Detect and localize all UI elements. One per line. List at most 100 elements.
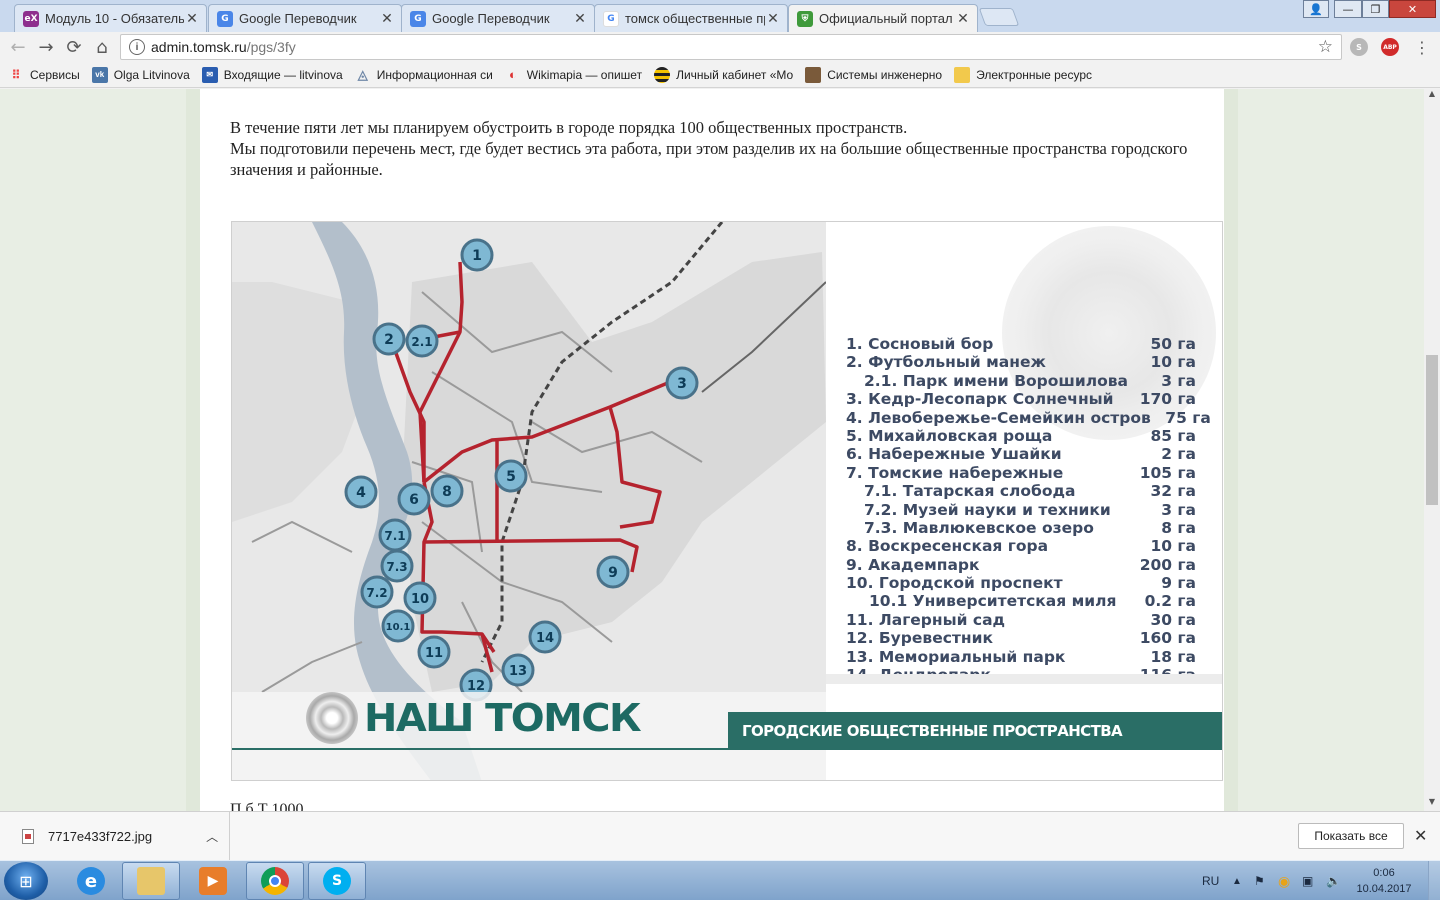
tab-title: Официальный портал м xyxy=(819,11,955,26)
close-tab-icon[interactable]: ✕ xyxy=(184,11,200,27)
show-hidden-icons-icon[interactable]: ▲ xyxy=(1232,861,1242,900)
show-all-downloads-button[interactable]: Показать все xyxy=(1298,823,1404,849)
legend-strip xyxy=(826,674,1222,684)
public-spaces-legend: 1. Сосновый бор 50 га 2. Футбольный манеж 1… xyxy=(846,335,1211,684)
back-button[interactable]: ← xyxy=(4,33,32,61)
user-profile-button[interactable]: 👤 xyxy=(1303,0,1329,18)
tab-title: Google Переводчик xyxy=(239,11,357,26)
skype-extension-icon[interactable]: S xyxy=(1350,38,1368,56)
map-marker-9: 9 xyxy=(596,555,630,589)
public-spaces-map-figure: 1 2 2.1 3 4 5 6 8 7.1 7.3 7.2 10 9 10.1 … xyxy=(231,221,1223,781)
svg-text:9: 9 xyxy=(608,565,618,581)
new-tab-button[interactable] xyxy=(978,8,1020,26)
language-indicator[interactable]: RU xyxy=(1202,861,1219,900)
avast-icon[interactable]: ◉ xyxy=(1278,861,1290,900)
url-domain: admin.tomsk.ru xyxy=(151,39,247,55)
network-icon[interactable]: ▣ xyxy=(1302,861,1313,900)
close-tab-icon[interactable]: ✕ xyxy=(572,11,588,27)
close-download-bar-icon[interactable]: ✕ xyxy=(1414,826,1427,845)
chevron-up-icon[interactable]: ︿ xyxy=(206,828,218,845)
chrome-menu-icon[interactable]: ⋮ xyxy=(1408,33,1436,61)
wikimapia-icon: ◐ xyxy=(508,67,517,82)
apps-grid-icon: ⠿ xyxy=(11,67,21,82)
bookmark-inbox[interactable]: ✉ Входящие — litvinova xyxy=(201,66,343,83)
legend-area: 170 га xyxy=(1139,390,1196,409)
show-desktop-button[interactable] xyxy=(1428,861,1440,900)
taskbar-chrome[interactable] xyxy=(246,862,304,900)
content-column: В течение пяти лет мы планируем обустрои… xyxy=(186,89,1238,811)
legend-row: 7. Томские набережные 105 га xyxy=(846,464,1196,482)
bookmark-services[interactable]: ⠿ Сервисы xyxy=(8,67,80,83)
legend-area: 3 га xyxy=(1161,500,1196,519)
map-marker-7-3: 7.3 xyxy=(380,549,414,583)
bookmark-info-system[interactable]: ◬ Информационная си xyxy=(355,67,493,83)
folder-icon xyxy=(954,66,971,83)
legend-area: 105 га xyxy=(1139,463,1196,482)
page-scrollbar[interactable]: ▲ ▼ xyxy=(1424,89,1440,811)
bookmarks-bar: ⠿ Сервисы vk Olga Litvinova ✉ Входящие —… xyxy=(0,62,1440,88)
map-marker-8: 8 xyxy=(430,474,464,508)
start-button[interactable]: ⊞ xyxy=(4,862,48,900)
close-tab-icon[interactable]: ✕ xyxy=(765,11,781,27)
legend-label: 10. Городской проспект xyxy=(846,574,1063,593)
close-tab-icon[interactable]: ✕ xyxy=(955,11,971,27)
scroll-up-icon[interactable]: ▲ xyxy=(1424,89,1440,103)
system-clock[interactable]: 0:06 10.04.2017 xyxy=(1352,865,1416,897)
legend-label: 1. Сосновый бор xyxy=(846,335,994,353)
scroll-down-icon[interactable]: ▼ xyxy=(1424,797,1440,811)
bookmark-label: Личный кабинет «Мо xyxy=(676,67,794,82)
maximize-button[interactable]: ❐ xyxy=(1362,0,1389,18)
banner-line xyxy=(232,748,728,750)
taskbar-explorer[interactable] xyxy=(122,862,180,900)
clock-time: 0:06 xyxy=(1373,867,1395,879)
brand-wordmark: НАШ ТОМСК xyxy=(364,696,642,740)
tab-google-translate-2[interactable]: G Google Переводчик ✕ xyxy=(401,4,595,32)
bookmark-label: Электронные ресурс xyxy=(976,67,1093,82)
legend-row: 5. Михайловская роща 85 га xyxy=(846,427,1196,445)
tab-google-translate-1[interactable]: G Google Переводчик ✕ xyxy=(208,4,402,32)
tab-google-search[interactable]: G томск общественные пр ✕ xyxy=(594,4,788,32)
taskbar-skype[interactable]: S xyxy=(308,862,366,900)
bookmark-star-icon[interactable]: ☆ xyxy=(1318,37,1333,57)
map-marker-10: 10 xyxy=(403,581,437,615)
bookmark-engineering-systems[interactable]: Системы инженерно xyxy=(805,66,942,83)
forward-button[interactable]: → xyxy=(32,33,60,61)
legend-area: 9 га xyxy=(1161,574,1196,593)
map-marker-6: 6 xyxy=(397,482,431,516)
volume-icon[interactable]: 🔈 xyxy=(1326,861,1341,900)
scrollbar-thumb[interactable] xyxy=(1426,355,1438,505)
svg-text:7.1: 7.1 xyxy=(384,529,405,543)
beeline-icon xyxy=(654,66,671,83)
minimize-button[interactable]: — xyxy=(1334,0,1362,18)
site-info-icon[interactable]: i xyxy=(129,39,145,55)
intro-text: В течение пяти лет мы планируем обустрои… xyxy=(230,117,1210,180)
reload-button[interactable]: ⟳ xyxy=(60,33,88,61)
intro-paragraph-2: Мы подготовили перечень мест, где будет … xyxy=(230,139,1188,179)
action-center-flag-icon[interactable]: ⚑ xyxy=(1254,861,1265,900)
adblock-extension-icon[interactable]: ABP xyxy=(1381,38,1399,56)
taskbar-media-player[interactable]: ▶ xyxy=(184,862,242,900)
legend-row: 7.3. Мавлюкевское озеро 8 га xyxy=(846,519,1196,537)
home-button[interactable]: ⌂ xyxy=(88,33,116,61)
bookmark-wikimapia[interactable]: ◐ Wikimapia — опишет xyxy=(505,67,642,83)
legend-row: 10. Городской проспект 9 га xyxy=(846,574,1196,592)
legend-area: 2 га xyxy=(1161,445,1196,464)
legend-row: 7.1. Татарская слобода 32 га xyxy=(846,482,1196,500)
svg-text:2: 2 xyxy=(384,332,394,348)
legend-row: 9. Академпарк 200 га xyxy=(846,556,1196,574)
close-tab-icon[interactable]: ✕ xyxy=(379,11,395,27)
address-bar[interactable]: i admin.tomsk.ru/pgs/3fy ☆ xyxy=(120,34,1342,60)
download-item[interactable]: 7717e433f722.jpg ︿ xyxy=(0,812,230,860)
map-marker-1: 1 xyxy=(460,238,494,272)
close-window-button[interactable]: ✕ xyxy=(1389,0,1436,18)
taskbar-ie[interactable]: e xyxy=(62,862,120,900)
bookmark-vk[interactable]: vk Olga Litvinova xyxy=(91,66,190,83)
legend-row: 3. Кедр-Лесопарк Солнечный 170 га xyxy=(846,390,1196,408)
svg-text:7.2: 7.2 xyxy=(366,586,387,600)
tab-tomsk-portal[interactable]: ⛨ Официальный портал м ✕ xyxy=(788,4,978,32)
tab-modul-10[interactable]: eX Модуль 10 - Обязательн ✕ xyxy=(14,4,207,32)
legend-label: 4. Левобережье-Семейкин остров xyxy=(846,408,1151,427)
bookmark-e-resources[interactable]: Электронные ресурс xyxy=(954,66,1093,83)
bookmark-personal-account[interactable]: Личный кабинет «Мо xyxy=(654,66,794,83)
legend-row: 11. Лагерный сад 30 га xyxy=(846,611,1196,629)
